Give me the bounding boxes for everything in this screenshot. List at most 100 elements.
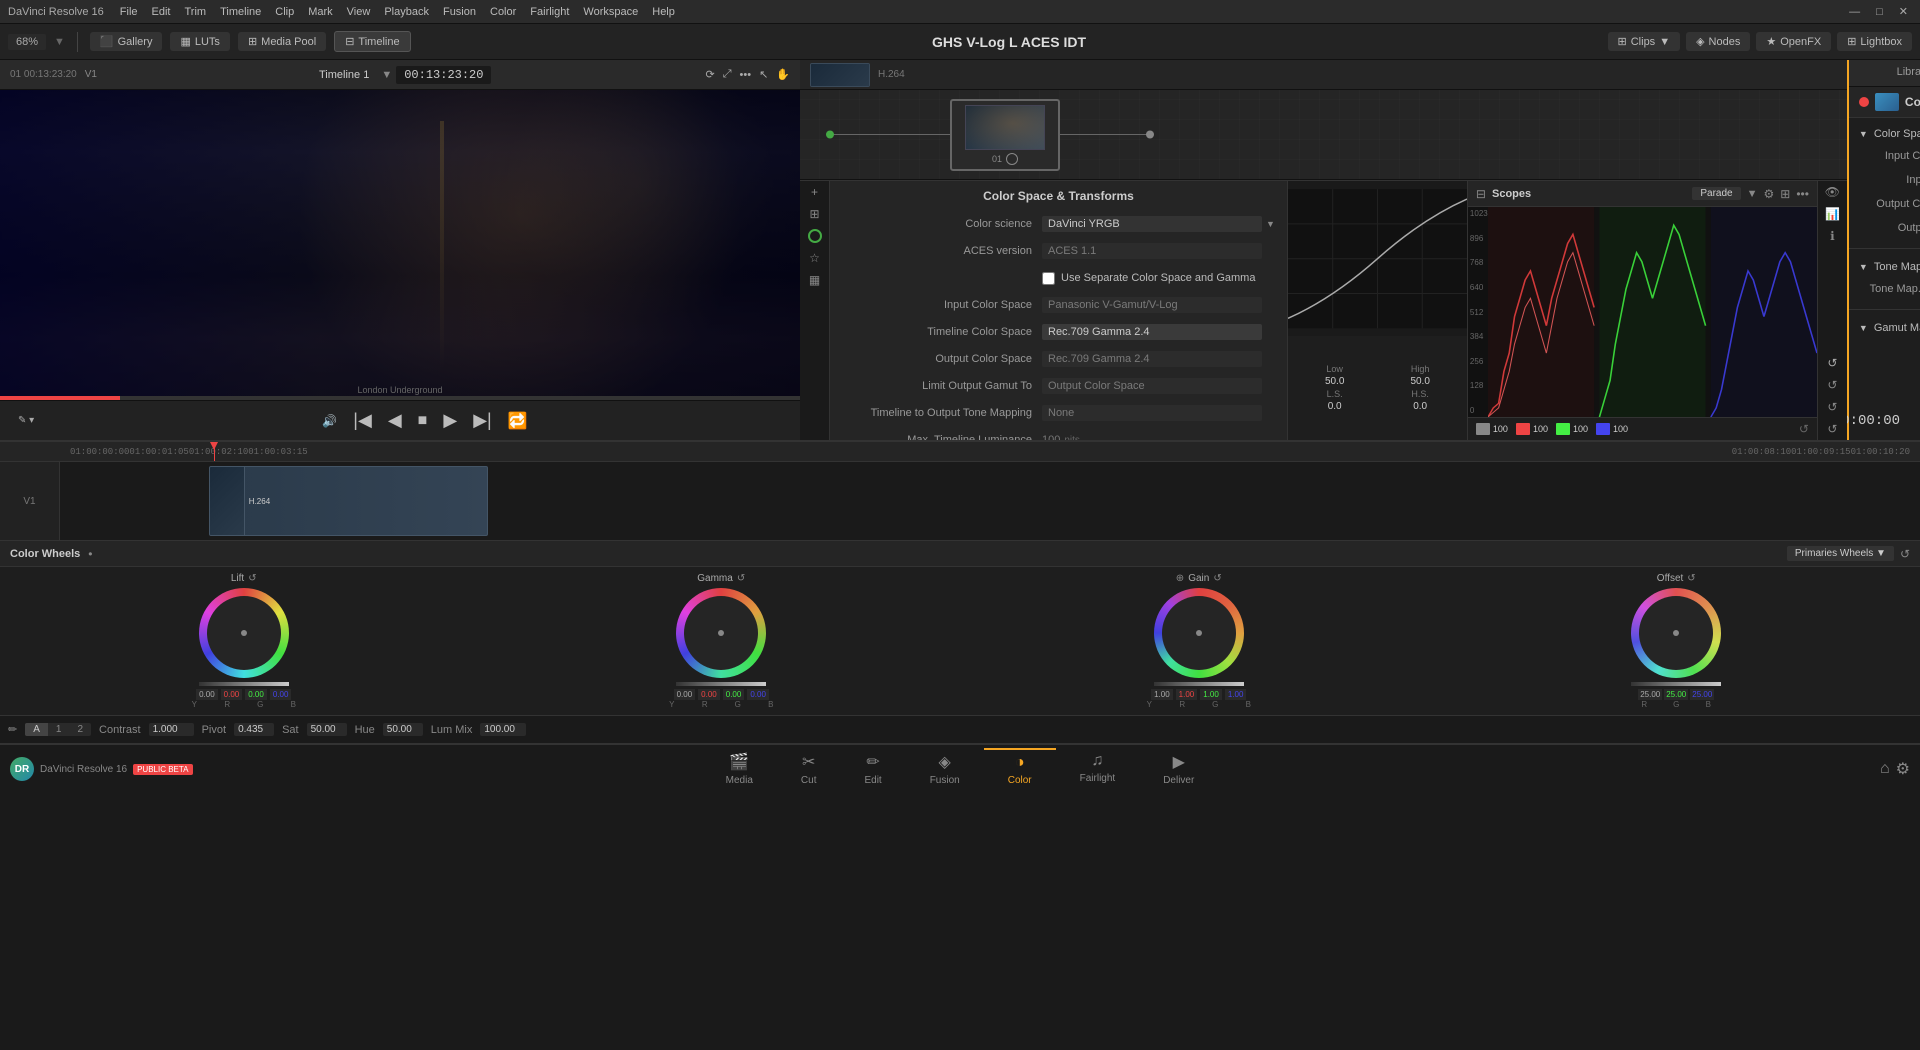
progress-bar-track[interactable] [0, 396, 800, 400]
cst-section-header[interactable]: Color Space Transform [1849, 124, 1920, 144]
luts-button[interactable]: ▦ LUTs [170, 32, 229, 51]
use-separate-checkbox[interactable] [1042, 272, 1055, 285]
reset2-icon[interactable]: ↺ [1827, 378, 1837, 392]
menu-file[interactable]: File [120, 6, 138, 18]
menu-trim[interactable]: Trim [185, 6, 207, 18]
tl-output-tone-dropdown[interactable]: None [1042, 405, 1262, 421]
loop-button[interactable]: 🔁 [508, 411, 528, 431]
play-button[interactable]: ▶ [443, 410, 457, 431]
menu-timeline[interactable]: Timeline [220, 6, 261, 18]
menu-view[interactable]: View [347, 6, 371, 18]
aces-version-dropdown[interactable]: ACES 1.1 [1042, 243, 1262, 259]
cst-tone-mapping-header[interactable]: Tone Mapping [1849, 257, 1920, 277]
scope-reset-icon[interactable]: ↺ [1799, 422, 1809, 436]
zoom-level[interactable]: 68% [8, 34, 46, 50]
offset-reset-icon[interactable]: ↺ [1687, 573, 1695, 584]
color-science-dropdown[interactable]: DaVinci YRGB [1042, 216, 1262, 232]
menu-clip[interactable]: Clip [275, 6, 294, 18]
primaries-wheels-button[interactable]: Primaries Wheels ▼ [1787, 546, 1894, 561]
audio-icon[interactable]: 🔊 [322, 414, 337, 428]
node-box[interactable]: 01 [950, 99, 1060, 171]
gamma-wheel[interactable] [676, 588, 766, 678]
more-icon[interactable]: ••• [740, 69, 752, 81]
reset-all-icon[interactable]: ↺ [1827, 356, 1837, 370]
cw-reset-icon[interactable]: ↺ [1900, 547, 1910, 561]
settings-nav-icon[interactable]: ⚙ [1896, 759, 1910, 779]
go-to-end-button[interactable]: ▶| [473, 410, 492, 431]
lift-reset-icon[interactable]: ↺ [248, 573, 256, 584]
tab-2[interactable]: 2 [69, 723, 91, 736]
menu-mark[interactable]: Mark [308, 6, 332, 18]
go-to-start-button[interactable]: |◀ [353, 410, 372, 431]
track-timeline[interactable]: H.264 [60, 462, 1920, 540]
lightbox-button[interactable]: ⊞ Lightbox [1837, 32, 1912, 51]
menu-workspace[interactable]: Workspace [583, 6, 638, 18]
clips-button[interactable]: ⊞ Clips ▼ [1608, 32, 1681, 51]
menu-fusion[interactable]: Fusion [443, 6, 476, 18]
contrast-input[interactable] [149, 723, 194, 736]
nav-cut[interactable]: ✂ Cut [777, 748, 841, 790]
scopes-more-icon[interactable]: ••• [1796, 187, 1809, 201]
nav-deliver[interactable]: ▶ Deliver [1139, 748, 1218, 790]
scopes-dropdown-icon[interactable]: ▼ [1747, 188, 1758, 200]
timeline-clip-1[interactable]: H.264 [209, 466, 488, 536]
scope-expand-icon[interactable]: ⊟ [1476, 187, 1486, 201]
timeline-button[interactable]: ⊟ Timeline [334, 31, 410, 52]
lift-wheel[interactable] [199, 588, 289, 678]
nav-fairlight[interactable]: ♫ Fairlight [1056, 748, 1140, 790]
eye-icon[interactable]: 👁 [1825, 185, 1840, 199]
gallery-button[interactable]: ⬛ Gallery [90, 32, 163, 51]
offset-slider[interactable] [1631, 682, 1721, 686]
info-icon[interactable]: ℹ [1830, 229, 1835, 243]
scopes-settings-icon[interactable]: ⚙ [1763, 187, 1774, 201]
menu-color[interactable]: Color [490, 6, 516, 18]
add-node-icon[interactable]: + [811, 185, 818, 199]
node-grid-icon[interactable]: ⊞ [809, 207, 819, 221]
lift-slider[interactable] [199, 682, 289, 686]
home-icon[interactable]: ⌂ [1880, 760, 1890, 778]
nodes-button[interactable]: ◈ Nodes [1686, 32, 1750, 51]
gain-wheel[interactable] [1154, 588, 1244, 678]
pencil-icon[interactable]: ✏ [8, 723, 17, 736]
gamma-slider[interactable] [676, 682, 766, 686]
output-cs-dropdown[interactable]: Rec.709 Gamma 2.4 [1042, 351, 1262, 367]
library-tab[interactable]: Library [1849, 60, 1920, 86]
reset4-icon[interactable]: ↺ [1827, 422, 1837, 436]
chart-icon[interactable]: 📊 [1825, 207, 1840, 221]
settings-icon[interactable]: ☆ [809, 251, 820, 265]
gain-slider[interactable] [1154, 682, 1244, 686]
tab-a[interactable]: A [25, 723, 48, 736]
input-cs-dropdown[interactable]: Panasonic V-Gamut/V-Log [1042, 297, 1262, 313]
timeline-name[interactable]: Timeline 1 [319, 69, 369, 81]
gain-reset-icon[interactable]: ↺ [1213, 573, 1221, 584]
maximize-button[interactable]: □ [1872, 6, 1887, 18]
menu-playback[interactable]: Playback [384, 6, 429, 18]
tab-1[interactable]: 1 [48, 723, 70, 736]
sat-input[interactable] [307, 723, 347, 736]
media-icon[interactable]: ▦ [809, 273, 820, 287]
node-settings-icon[interactable] [1006, 153, 1018, 165]
nav-media[interactable]: 🎬 Media [702, 748, 777, 790]
reset3-icon[interactable]: ↺ [1827, 400, 1837, 414]
record-icon[interactable] [808, 229, 822, 243]
openfx-button[interactable]: ★ OpenFX [1756, 32, 1831, 51]
limit-output-dropdown[interactable]: Output Color Space [1042, 378, 1262, 394]
scopes-type[interactable]: Parade [1692, 187, 1740, 200]
cst-gamut-mapping-header[interactable]: Gamut Mapping [1849, 318, 1920, 338]
close-button[interactable]: ✕ [1895, 5, 1912, 18]
lum-mix-input[interactable] [480, 723, 526, 736]
menu-edit[interactable]: Edit [152, 6, 171, 18]
nav-edit[interactable]: ✏ Edit [840, 748, 905, 790]
media-pool-button[interactable]: ⊞ Media Pool [238, 32, 326, 51]
menu-help[interactable]: Help [652, 6, 675, 18]
stop-button[interactable]: ■ [418, 412, 428, 430]
scopes-grid-icon[interactable]: ⊞ [1780, 187, 1790, 201]
tools-icon[interactable]: ✎ ▾ [18, 415, 34, 426]
offset-wheel[interactable] [1631, 588, 1721, 678]
play-backward-button[interactable]: ◀ [388, 410, 402, 431]
nav-fusion[interactable]: ◈ Fusion [906, 748, 984, 790]
menu-fairlight[interactable]: Fairlight [530, 6, 569, 18]
hue-input[interactable] [383, 723, 423, 736]
gamma-reset-icon[interactable]: ↺ [737, 573, 745, 584]
nav-color[interactable]: ◑ Color [984, 748, 1056, 790]
